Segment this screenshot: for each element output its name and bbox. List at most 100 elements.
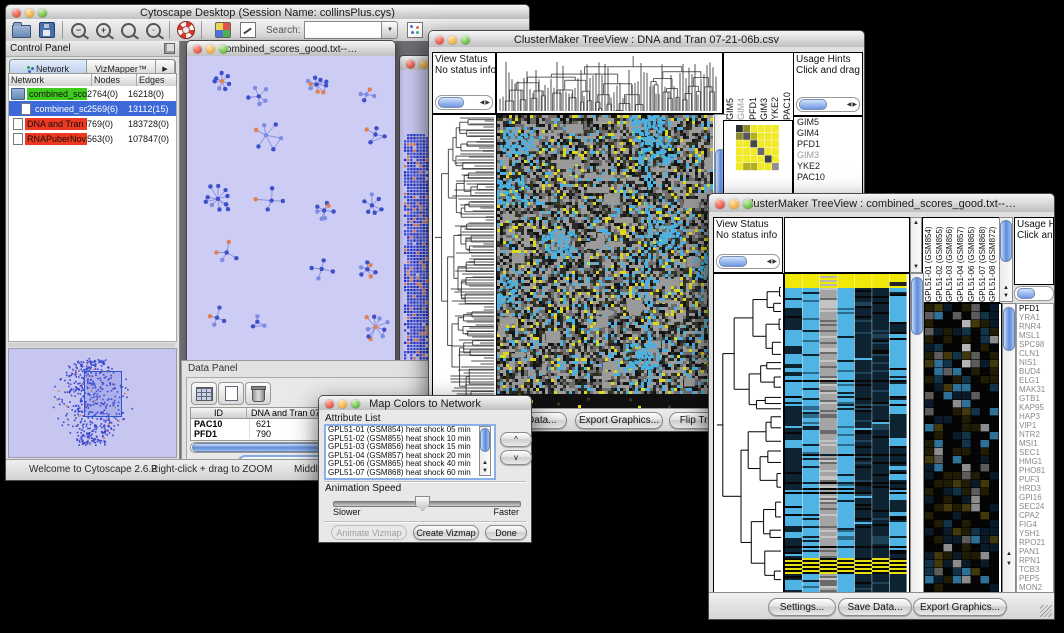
scrollbar-thumb[interactable] bbox=[1003, 307, 1015, 351]
tv2-usage-scrollbar[interactable] bbox=[1014, 286, 1054, 301]
scroll-down-icon[interactable]: ▼ bbox=[1003, 560, 1015, 568]
gene-label[interactable]: PAN1 bbox=[1017, 547, 1053, 556]
scrollbar-thumb[interactable] bbox=[438, 97, 464, 108]
gene-label[interactable]: YRA1 bbox=[1017, 313, 1053, 322]
treeview2-titlebar[interactable]: ClusterMaker TreeView : combined_scores_… bbox=[708, 193, 1055, 214]
save-session-button[interactable] bbox=[34, 19, 59, 41]
table-mode-button[interactable] bbox=[191, 382, 217, 405]
new-attribute-button[interactable] bbox=[218, 382, 244, 405]
column-label[interactable]: GPL51-03 (GSM856) bbox=[945, 219, 956, 302]
minimize-button[interactable] bbox=[419, 59, 428, 68]
gene-label[interactable]: FIG4 bbox=[1017, 520, 1053, 529]
close-button[interactable] bbox=[715, 199, 725, 209]
gene-label[interactable]: KAP95 bbox=[1017, 403, 1053, 412]
gene-label[interactable]: PFD1 bbox=[1017, 304, 1053, 313]
scrollbar-thumb[interactable] bbox=[799, 99, 827, 110]
gene-label[interactable]: HMG1 bbox=[1017, 457, 1053, 466]
gene-label[interactable]: PFD1 bbox=[794, 139, 862, 150]
slider-thumb[interactable] bbox=[415, 496, 430, 511]
gene-label[interactable]: GPI16 bbox=[1017, 493, 1053, 502]
zoom-in-button[interactable] bbox=[91, 19, 116, 41]
gene-label[interactable]: SEC1 bbox=[1017, 448, 1053, 457]
column-label[interactable]: GPL51-06 (GSM865) bbox=[967, 219, 978, 302]
help-button[interactable] bbox=[173, 19, 198, 41]
search-dropdown-button[interactable]: ▼ bbox=[382, 21, 398, 39]
column-label[interactable]: YKE2 bbox=[770, 54, 781, 120]
gene-label[interactable]: CLN1 bbox=[1017, 349, 1053, 358]
tv1-status-scrollbar[interactable]: ◀ ▶ bbox=[435, 95, 493, 110]
column-header[interactable]: Network bbox=[9, 74, 92, 86]
tv2-zoom-scrollbar[interactable]: ▲ ▼ bbox=[1002, 303, 1016, 595]
gene-label[interactable]: GTB1 bbox=[1017, 394, 1053, 403]
scrollbar-thumb[interactable] bbox=[1000, 220, 1012, 262]
gene-label[interactable]: NIS1 bbox=[1017, 358, 1053, 367]
summary-matrix-canvas[interactable] bbox=[736, 125, 779, 171]
column-header[interactable]: Edges bbox=[137, 74, 176, 86]
scrollbar-thumb[interactable] bbox=[911, 277, 923, 335]
minimize-button[interactable] bbox=[729, 199, 739, 209]
scrollbar-thumb[interactable] bbox=[1017, 288, 1035, 299]
gene-label[interactable]: RPO21 bbox=[1017, 538, 1053, 547]
tv2-column-dendrogram[interactable] bbox=[784, 217, 910, 273]
export-graphics-button[interactable]: Export Graphics... bbox=[913, 598, 1007, 616]
gene-label[interactable]: GIM3 bbox=[794, 150, 862, 161]
gene-label[interactable]: CPA2 bbox=[1017, 511, 1053, 520]
gene-label[interactable]: MSL1 bbox=[1017, 331, 1053, 340]
move-up-button[interactable]: ^ bbox=[500, 432, 532, 447]
panel-splitter[interactable] bbox=[8, 343, 175, 347]
scroll-up-icon[interactable]: ▲ bbox=[1003, 550, 1015, 558]
minimize-button[interactable] bbox=[448, 35, 457, 44]
zoom-button[interactable] bbox=[461, 35, 470, 44]
tv2-zoom-heatmap[interactable] bbox=[924, 303, 1002, 595]
gene-label[interactable]: ELG1 bbox=[1017, 376, 1053, 385]
column-dendrogram-canvas[interactable] bbox=[497, 53, 720, 111]
resize-grip[interactable] bbox=[1040, 605, 1052, 617]
gene-label[interactable]: HAP3 bbox=[1017, 412, 1053, 421]
column-label[interactable]: GIM3 bbox=[759, 54, 770, 120]
gene-label[interactable]: BUD4 bbox=[1017, 367, 1053, 376]
gene-label[interactable]: GIM4 bbox=[794, 128, 862, 139]
network-tool-button[interactable] bbox=[402, 19, 427, 41]
zoom-button[interactable] bbox=[219, 45, 228, 54]
network-row[interactable]: combined_sco2569(6)13112(15) bbox=[9, 101, 176, 116]
network-row[interactable]: DNA and Tran 07769(0)183728(0) bbox=[9, 116, 176, 131]
scroll-up-icon[interactable]: ▲ bbox=[911, 219, 921, 227]
search-input[interactable] bbox=[304, 21, 382, 39]
open-file-button[interactable] bbox=[9, 19, 34, 41]
tv2-heatmap[interactable] bbox=[784, 273, 910, 595]
gene-label[interactable]: GIM5 bbox=[794, 117, 862, 128]
close-button[interactable] bbox=[406, 59, 415, 68]
column-label[interactable]: GPL51-01 (GSM854) bbox=[924, 219, 935, 302]
minimize-button[interactable] bbox=[206, 45, 215, 54]
scroll-right-icon[interactable]: ▶ bbox=[485, 99, 492, 106]
scroll-left-icon[interactable]: ◀ bbox=[846, 101, 853, 108]
move-down-button[interactable]: v bbox=[500, 450, 532, 465]
close-button[interactable] bbox=[435, 35, 444, 44]
birdseye-view[interactable] bbox=[8, 348, 177, 458]
row-dendrogram-canvas[interactable] bbox=[433, 115, 494, 409]
network-row[interactable]: RNAPuberNov2+563(0)107847(0) bbox=[9, 131, 176, 146]
scroll-down-icon[interactable]: ▼ bbox=[480, 467, 490, 475]
close-button[interactable] bbox=[12, 8, 21, 17]
animate-vizmap-button[interactable]: Animate Vizmap bbox=[331, 525, 407, 540]
tv2-row-dendrogram[interactable] bbox=[713, 273, 784, 595]
delete-attribute-button[interactable] bbox=[245, 382, 271, 405]
zoom-button[interactable] bbox=[38, 8, 47, 17]
gene-label[interactable]: HRD3 bbox=[1017, 484, 1053, 493]
network1-graph-canvas[interactable] bbox=[187, 56, 395, 364]
annotation-button[interactable] bbox=[235, 19, 260, 41]
attribute-item[interactable]: GPL51-07 (GSM868) heat shock 60 min bbox=[326, 469, 494, 478]
minimize-button[interactable] bbox=[338, 399, 347, 408]
gene-label[interactable]: NTR2 bbox=[1017, 430, 1053, 439]
column-label[interactable]: GPL51-07 (GSM868) bbox=[978, 219, 989, 302]
gene-label[interactable]: MAK31 bbox=[1017, 385, 1053, 394]
scroll-left-icon[interactable]: ◀ bbox=[766, 258, 773, 265]
tv1-column-dendrogram[interactable] bbox=[496, 52, 723, 114]
zoom-fit-button[interactable] bbox=[116, 19, 141, 41]
network-row[interactable]: combined_scores2764(0)16218(0) bbox=[9, 86, 176, 101]
zoom-heatmap-canvas[interactable] bbox=[925, 304, 999, 592]
save-data-button[interactable]: Save Data... bbox=[838, 598, 912, 616]
scroll-left-icon[interactable]: ◀ bbox=[479, 99, 486, 106]
tv2-labels-scrollbar[interactable]: ▲ ▼ bbox=[999, 217, 1013, 302]
tv1-usage-scrollbar[interactable]: ◀ ▶ bbox=[796, 97, 860, 112]
